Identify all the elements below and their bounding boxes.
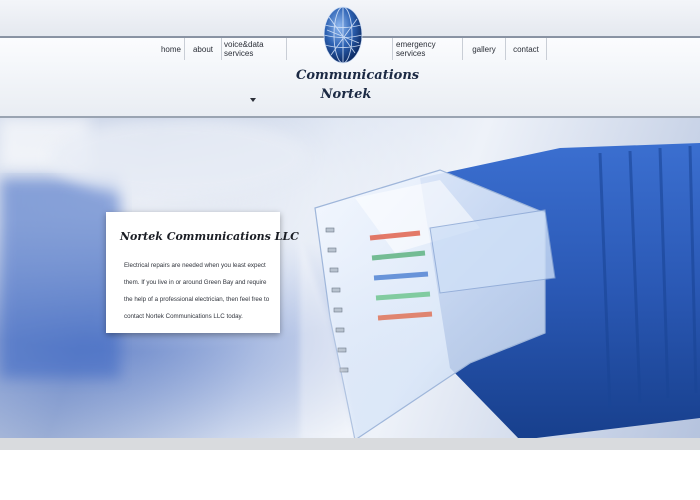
brand-name-line2[interactable]: Nortek bbox=[296, 87, 396, 102]
hero-bottom-bar bbox=[0, 438, 700, 450]
nav-label-about: about bbox=[192, 44, 214, 54]
hero-banner: Nortek Communications LLC Electrical rep… bbox=[0, 118, 700, 440]
nav-divider bbox=[505, 38, 506, 60]
info-card: Nortek Communications LLC Electrical rep… bbox=[106, 212, 299, 333]
nav-divider bbox=[462, 38, 463, 60]
nav-home[interactable]: home bbox=[158, 38, 184, 60]
nav-contact[interactable]: contact bbox=[509, 38, 543, 60]
nav-about[interactable]: about bbox=[188, 38, 218, 60]
nav-emergency-services[interactable]: emergency services bbox=[396, 38, 456, 60]
brand-name-line1[interactable]: Communications bbox=[296, 68, 419, 83]
nav-label-voice-data: voice&data services bbox=[224, 40, 264, 58]
network-cable-image bbox=[0, 118, 700, 440]
nav-divider bbox=[221, 38, 222, 60]
info-card-title: Nortek Communications LLC bbox=[120, 230, 299, 243]
nav-divider bbox=[184, 38, 185, 60]
nav-label-contact: contact bbox=[513, 44, 539, 54]
nav-divider bbox=[546, 38, 547, 60]
nav-label-gallery: gallery bbox=[472, 44, 496, 54]
nav-label-emergency: emergency services bbox=[396, 40, 436, 58]
nav-gallery[interactable]: gallery bbox=[467, 38, 501, 60]
globe-icon[interactable] bbox=[323, 5, 363, 67]
caret-down-icon[interactable] bbox=[250, 97, 256, 103]
info-card-body: Electrical repairs are needed when you l… bbox=[124, 262, 270, 320]
nav-divider bbox=[286, 38, 287, 60]
nav-voice-data-services[interactable]: voice&data services bbox=[224, 38, 282, 60]
nav-label-home: home bbox=[160, 44, 181, 54]
nav-divider bbox=[392, 38, 393, 60]
